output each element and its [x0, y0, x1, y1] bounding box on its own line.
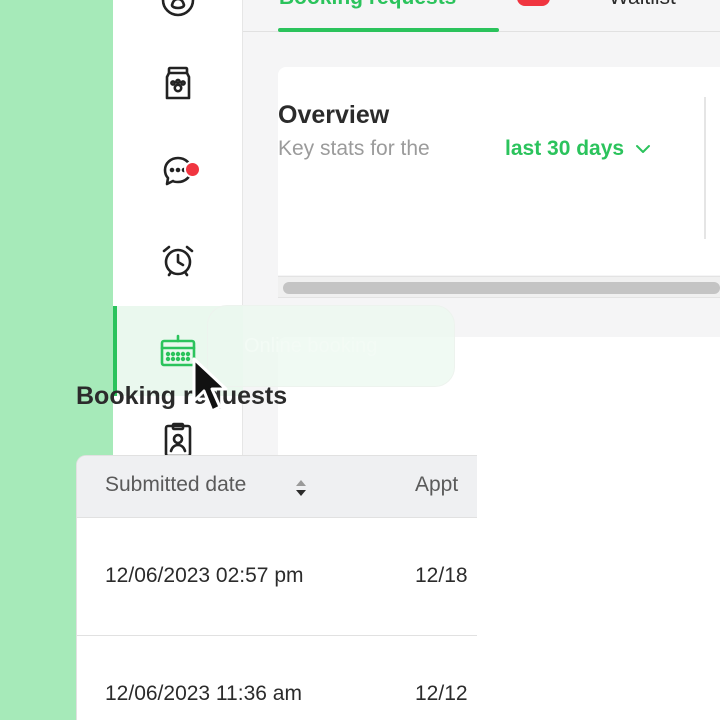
appt-cell: 12/18	[415, 564, 468, 587]
sort-icon[interactable]	[293, 476, 309, 500]
sidebar-item-products[interactable]	[113, 38, 243, 128]
appt-cell: 12/12	[415, 682, 468, 705]
table-row[interactable]: 12/06/2023 02:57 pm 12/18	[77, 518, 477, 636]
tab-booking-requests[interactable]: Booking requests	[279, 0, 456, 10]
overview-subtitle: Key stats for the	[278, 137, 430, 160]
overview-card	[278, 67, 720, 275]
tooltip-text: Online booking	[244, 334, 378, 357]
submitted-date-cell: 12/06/2023 02:57 pm	[105, 564, 304, 587]
table-row[interactable]: 12/06/2023 11:36 am 12/12	[77, 636, 477, 720]
column-header-submitted-date[interactable]: Submitted date	[105, 473, 246, 497]
id-badge-icon	[164, 422, 192, 458]
submitted-date-cell: 12/06/2023 11:36 am	[105, 682, 302, 705]
scrollbar-thumb[interactable]	[283, 282, 720, 294]
tab-bar: Booking requests Waitlist	[243, 0, 720, 32]
overview-title: Overview	[278, 101, 390, 129]
chevron-down-icon	[636, 145, 651, 153]
sidebar-tooltip: Online booking	[207, 305, 455, 387]
booking-requests-table: Submitted date Appt 12/06/2023 02:57 pm …	[76, 455, 477, 720]
card-divider	[704, 97, 706, 239]
date-range-dropdown[interactable]: last 30 days	[505, 137, 652, 161]
column-header-appt[interactable]: Appt	[415, 473, 458, 497]
pet-food-bag-icon	[165, 66, 191, 100]
active-tab-indicator	[278, 28, 499, 32]
sidebar-item-messages[interactable]	[113, 126, 243, 216]
paw-icon	[161, 0, 195, 17]
tab-count-badge	[517, 0, 550, 6]
mouse-cursor-icon	[192, 357, 228, 413]
notification-dot	[184, 161, 201, 178]
tab-waitlist[interactable]: Waitlist	[609, 0, 676, 10]
table-header: Submitted date Appt	[77, 456, 477, 518]
alarm-clock-icon	[162, 245, 194, 277]
date-range-label: last 30 days	[505, 137, 625, 160]
sidebar-item-reminders[interactable]	[113, 216, 243, 306]
